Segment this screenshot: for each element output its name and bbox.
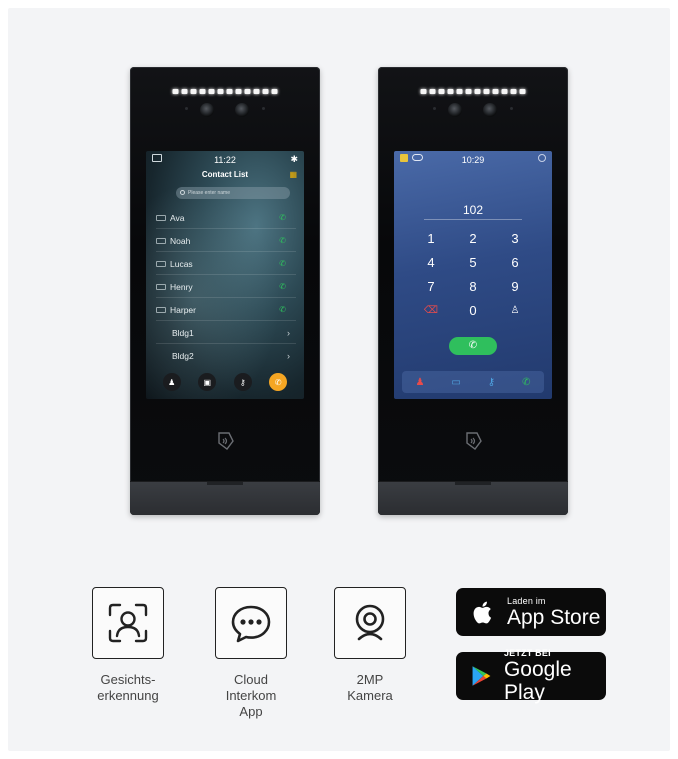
chevron-right-icon: › [287,351,290,361]
phone-icon[interactable]: ✆ [522,377,530,388]
badge-big-text: Google Play [503,658,572,704]
search-icon [180,190,185,195]
feature-label: Cloud [234,672,268,687]
nfc-reader-icon [218,432,234,450]
settings-gear-icon[interactable]: ✱ [290,154,298,165]
device-base [378,481,568,515]
phone-icon: ✆ [468,340,478,351]
screen-title: Contact List [201,170,249,179]
face-icon[interactable]: ♟ [162,373,181,391]
camera-lens [483,103,497,117]
chevron-right-icon: › [287,327,290,338]
contact-row-harper[interactable]: Harper ✆ [156,299,296,321]
nfc-reader-icon [466,432,482,450]
feature-cloud-app: Cloud Interkom App [215,587,287,720]
dialer-screen: 10:29 102 1 2 3 4 5 6 7 8 9 ⌫ 0 ♙ ✆ ♟ ▭ … [394,151,552,399]
ir-led-strip [420,89,526,94]
bottom-dock: ♟ ▣ ⚷ ✆ [146,371,304,393]
contact-icon [156,306,166,313]
status-bar: 11:22 ✱ [146,153,304,167]
key-8[interactable]: 8 [452,277,494,297]
google-play-badge[interactable]: JETZT BEI Google Play [456,648,606,704]
key-icon[interactable]: ⚷ [488,377,495,388]
key-2[interactable]: 2 [452,229,494,249]
key-6[interactable]: 6 [494,253,536,273]
card-icon[interactable]: ▭ [451,377,460,388]
apple-logo-icon [473,601,492,624]
contact-icon [156,260,166,267]
chat-bubble-icon [231,605,271,643]
cloud-icon [412,154,423,161]
clock: 10:29 [461,155,485,165]
intercom-device-dialer: 10:29 102 1 2 3 4 5 6 7 8 9 ⌫ 0 ♙ ✆ ♟ ▭ … [378,67,568,515]
phone-icon[interactable]: ✆ [269,373,288,391]
device-base [130,481,320,515]
status-bar: 10:29 [394,153,552,167]
key-7[interactable]: 7 [410,277,452,297]
keypad-grid-icon[interactable]: ▦ [289,170,297,179]
contact-row-henry[interactable]: Henry ✆ [156,276,296,298]
ir-led-strip [172,89,278,94]
app-store-badge[interactable]: Laden im App Store [456,588,606,636]
call-icon[interactable]: ✆ [279,282,286,291]
feature-2mp-camera: 2MP Kamera [334,587,406,704]
face-icon[interactable]: ♟ [415,377,424,388]
badge-small-text: JETZT BEI [503,648,551,658]
contact-row-lucas[interactable]: Lucas ✆ [156,253,296,275]
call-button[interactable]: ✆ [449,337,497,355]
building-row-bldg2[interactable]: Bldg2 › [156,345,296,367]
contacts-icon[interactable]: ♙ [494,301,536,321]
settings-icon[interactable] [538,154,546,162]
contact-row-noah[interactable]: Noah ✆ [156,230,296,252]
dial-display: 102 [462,203,484,217]
key-5[interactable]: 5 [452,253,494,273]
key-icon[interactable]: ⚷ [233,373,252,391]
feature-face-recognition: Gesichts-erkennung [92,587,164,704]
call-icon[interactable]: ✆ [279,236,286,245]
light-sensor [185,107,188,110]
clock: 11:22 [214,155,236,165]
key-9[interactable]: 9 [494,277,536,297]
light-sensor [262,107,265,110]
contact-icon [156,283,166,290]
intercom-device-contacts: 11:22 ✱ Contact List ▦ Please enter name… [130,67,320,515]
building-icon [400,154,408,162]
building-row-bldg1[interactable]: Bldg1 › [156,322,296,344]
key-4[interactable]: 4 [410,253,452,273]
call-icon[interactable]: ✆ [279,259,286,268]
key-0[interactable]: 0 [452,301,494,321]
light-sensor [433,107,436,110]
face-recognition-icon [108,603,148,643]
bottom-dock: ♟ ▭ ⚷ ✆ [402,371,544,393]
contact-list-screen: 11:22 ✱ Contact List ▦ Please enter name… [146,151,304,399]
badge-small-text: Laden im [507,595,546,606]
camera-lens [235,103,249,117]
call-icon[interactable]: ✆ [279,213,286,222]
search-input[interactable]: Please enter name [176,187,290,199]
feature-label: Gesichts- [100,672,156,687]
camera-lens [200,103,214,117]
monitor-icon [152,154,162,162]
card-icon[interactable]: ▣ [198,373,217,391]
backspace-icon[interactable]: ⌫ [410,301,452,321]
call-icon[interactable]: ✆ [279,305,286,314]
key-3[interactable]: 3 [494,229,536,249]
contact-icon [156,214,166,221]
webcam-icon [355,604,385,641]
light-sensor [510,107,513,110]
google-play-logo-icon [472,666,491,686]
contact-icon [156,237,166,244]
badge-big-text: App Store [507,605,601,629]
camera-lens [448,103,462,117]
key-1[interactable]: 1 [410,229,452,249]
contact-row-ava[interactable]: Ava ✆ [156,207,296,229]
feature-label: 2MP [356,672,384,687]
keypad: 1 2 3 4 5 6 7 8 9 ⌫ 0 ♙ [410,229,536,321]
